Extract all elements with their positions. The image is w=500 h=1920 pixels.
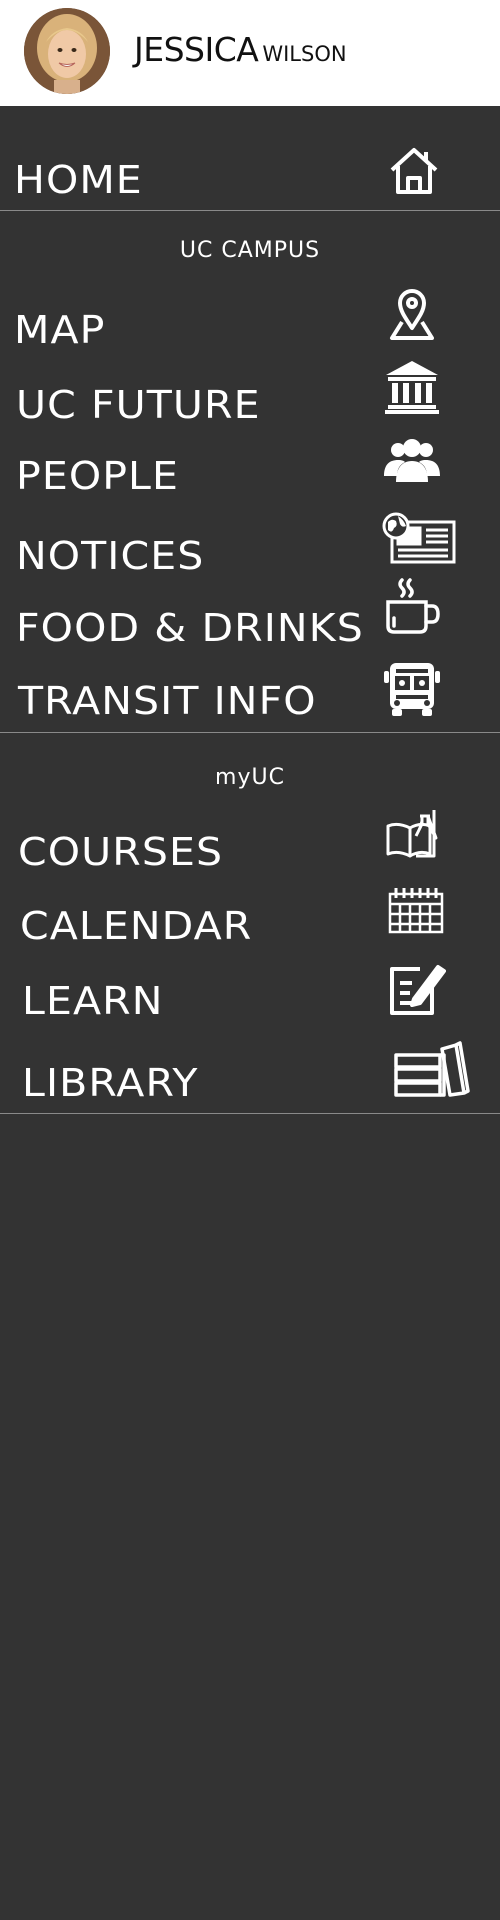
user-last-name: WILSON [262,42,347,66]
nav-item-label: HOME [14,158,143,202]
user-name: JESSICA WILSON [134,30,347,70]
nav-item-home[interactable]: HOME [0,148,500,210]
map-pin-icon [382,286,442,342]
nav-item-label: FOOD & DRINKS [16,606,364,650]
divider [0,1113,500,1114]
nav-item-map[interactable]: MAP [0,289,500,360]
calendar-icon [386,884,446,940]
section-title-myuc: myUC [215,765,285,790]
profile-header: JESSICA WILSON [0,0,500,106]
avatar[interactable] [24,8,110,94]
nav-item-label: LEARN [22,979,164,1023]
nav-item-label: PEOPLE [16,454,180,498]
home-icon [384,142,444,198]
nav-item-calendar[interactable]: CALENDAR [0,888,500,956]
nav-item-label: LIBRARY [22,1061,199,1105]
nav-item-library[interactable]: LIBRARY [0,1041,500,1113]
section-title-campus: UC CAMPUS [179,238,321,263]
nav-item-learn[interactable]: LEARN [0,965,500,1031]
bus-icon [382,661,442,717]
nav-item-transit-info[interactable]: TRANSIT INFO [0,663,500,731]
edit-pencil-icon [386,961,446,1017]
people-icon [382,434,442,490]
user-first-name: JESSICA [134,30,259,69]
institution-icon [382,359,442,415]
coffee-cup-icon [382,578,442,634]
book-flask-icon [384,806,444,862]
divider [0,210,500,211]
nav-item-label: COURSES [18,830,224,874]
nav-item-label: TRANSIT INFO [18,679,317,723]
nav-item-label: NOTICES [16,534,205,578]
newspaper-icon [382,512,458,568]
nav-item-people[interactable]: PEOPLE [0,439,500,506]
nav-item-label: CALENDAR [20,904,253,948]
divider [0,732,500,733]
nav-item-label: UC FUTURE [16,383,261,427]
nav-item-food-drinks[interactable]: FOOD & DRINKS [0,578,500,658]
nav-item-notices[interactable]: NOTICES [0,512,500,586]
books-icon [390,1041,474,1097]
nav-item-label: MAP [14,308,106,352]
nav-item-uc-future[interactable]: UC FUTURE [0,361,500,435]
nav-item-courses[interactable]: COURSES [0,810,500,882]
